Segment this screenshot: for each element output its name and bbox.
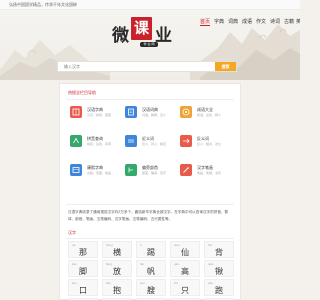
tool-hanyu-zidian[interactable]: 汉语字典 汉字、拼音、部首 bbox=[70, 106, 125, 123]
nav-zidian[interactable]: 字典 bbox=[214, 18, 224, 26]
idiom-icon bbox=[180, 106, 192, 118]
search-box: 搜索 bbox=[57, 61, 237, 72]
nav-shici[interactable]: 诗词 bbox=[270, 18, 280, 26]
nav-zuowen[interactable]: 作文 bbox=[256, 18, 266, 26]
hanzi-char: 帆 bbox=[147, 267, 155, 276]
hanzi-char: 跑 bbox=[215, 286, 223, 295]
hanzi-char: 高 bbox=[181, 267, 189, 276]
tool-desc: 古籍、原图、笔画 bbox=[87, 171, 112, 175]
notice-bar: 弘扬中国国学精品，传承千年文化国粹 bbox=[0, 0, 300, 10]
tool-fanyici[interactable]: 反义词 反义、相对、对立 bbox=[180, 135, 235, 152]
nav-home[interactable]: 首页 bbox=[200, 18, 211, 26]
tool-chengyu[interactable]: 成语大全 成语、出处、释义 bbox=[180, 106, 235, 123]
logo-char-1: 微 bbox=[112, 26, 129, 46]
hanzi-cell[interactable]: fàng 放 bbox=[102, 260, 132, 277]
tool-desc: 成语、出处、释义 bbox=[197, 113, 222, 117]
hanzi-char: 口 bbox=[79, 286, 87, 295]
notice-text: 弘扬中国国学精品，传承千年文化国粹 bbox=[9, 2, 77, 7]
hanzi-section-title: 汉字 bbox=[68, 230, 76, 235]
hanzi-cell[interactable]: bēi 背 bbox=[204, 241, 234, 258]
hanzi-char: 艘 bbox=[147, 286, 155, 295]
book-icon bbox=[70, 106, 82, 118]
hanzi-cell[interactable]: sōu 艘 bbox=[136, 279, 166, 296]
tool-desc: 汉字、拼音、部首 bbox=[87, 113, 112, 117]
synonym-icon bbox=[125, 135, 137, 147]
hanzi-char: 抱 bbox=[113, 286, 121, 295]
hanzi-cell[interactable]: zhǐ 只 bbox=[170, 279, 200, 296]
tool-hanyu-cidian[interactable]: 汉语词典 词语、解释、近义 bbox=[125, 106, 180, 123]
hanzi-cell[interactable]: kǒu 口 bbox=[68, 279, 98, 296]
hanzi-char: 踢 bbox=[147, 248, 155, 257]
tool-pinyin[interactable]: 拼音查询 拼音、读音、声调 bbox=[70, 135, 125, 152]
tool-desc: 部首、偏旁、查字 bbox=[142, 171, 167, 175]
tool-kangxi[interactable]: 康熙字典 古籍、原图、笔画 bbox=[70, 164, 125, 181]
hanzi-char: 只 bbox=[181, 286, 189, 295]
hanzi-cell[interactable]: bào 抱 bbox=[102, 279, 132, 296]
nav-chengyu[interactable]: 成语 bbox=[242, 18, 252, 26]
hanzi-cell[interactable]: pǎo 跑 bbox=[204, 279, 234, 296]
dictionary-icon bbox=[125, 106, 137, 118]
hanzi-cell[interactable]: jiǎo 脚 bbox=[68, 260, 98, 277]
hanzi-char: 仙 bbox=[181, 248, 189, 257]
intro-text: 汉语字典收录了通用规范汉字约2万多个，囊括新华字典全部汉字。在字典中可以查询汉字… bbox=[68, 210, 229, 221]
hanzi-cell[interactable]: tí 踢 bbox=[136, 241, 166, 258]
hanzi-char: 脚 bbox=[79, 267, 87, 276]
site-logo[interactable]: 微 课 业 学·业·网 bbox=[112, 17, 184, 50]
kangxi-icon bbox=[70, 164, 82, 176]
hanzi-char: 背 bbox=[215, 248, 223, 257]
antonym-icon bbox=[180, 135, 192, 147]
tools-title: 热搜全栏目导航 bbox=[68, 90, 96, 95]
search-input[interactable] bbox=[58, 62, 216, 71]
nav-english[interactable]: 英语 bbox=[296, 18, 300, 26]
hanzi-cell[interactable]: fán 帆 bbox=[136, 260, 166, 277]
search-button[interactable]: 搜索 bbox=[215, 62, 236, 71]
tool-desc: 词语、解释、近义 bbox=[142, 113, 167, 117]
pinyin-icon bbox=[70, 135, 82, 147]
tool-desc: 笔画、笔顺、书写 bbox=[197, 171, 222, 175]
hanzi-char: 锹 bbox=[215, 267, 223, 276]
tool-bushou[interactable]: 偏旁部首 部首、偏旁、查字 bbox=[125, 164, 180, 181]
tool-desc: 反义、相对、对立 bbox=[197, 142, 222, 146]
divider bbox=[66, 99, 234, 100]
tool-bihua[interactable]: 汉字笔画 笔画、笔顺、书写 bbox=[180, 164, 235, 181]
tool-desc: 拼音、读音、声调 bbox=[87, 142, 112, 146]
stroke-icon bbox=[180, 164, 192, 176]
tool-jinyici[interactable]: 近义词 近义、同义、相近 bbox=[125, 135, 180, 152]
hanzi-char: 那 bbox=[79, 248, 87, 257]
hanzi-cell[interactable]: qiāo 锹 bbox=[204, 260, 234, 277]
nav-guji[interactable]: 古籍 bbox=[284, 18, 294, 26]
logo-seal: 学·业·网 bbox=[140, 42, 158, 47]
divider bbox=[66, 238, 234, 239]
main-card: 热搜全栏目导航 汉语字典 汉字、拼音、部首 汉语词典 词语、解释、近义 成语大全… bbox=[59, 83, 241, 300]
hanzi-cell[interactable]: nà 那 bbox=[68, 241, 98, 258]
hanzi-char: 放 bbox=[113, 267, 121, 276]
logo-char-2: 课 bbox=[131, 17, 152, 40]
divider bbox=[66, 204, 234, 205]
hanzi-cell[interactable]: gāo 高 bbox=[170, 260, 200, 277]
hanzi-cell[interactable]: héng 横 bbox=[102, 241, 132, 258]
radical-icon bbox=[125, 164, 137, 176]
nav-cidian[interactable]: 词典 bbox=[228, 18, 238, 26]
hanzi-cell[interactable]: xiān 仙 bbox=[170, 241, 200, 258]
tool-desc: 近义、同义、相近 bbox=[142, 142, 167, 146]
hanzi-char: 横 bbox=[113, 248, 121, 257]
